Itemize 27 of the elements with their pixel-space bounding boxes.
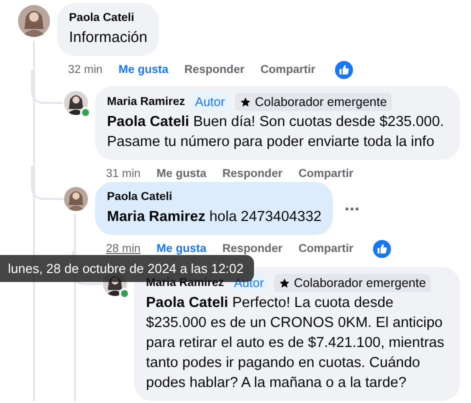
share-link[interactable]: Compartir: [260, 64, 316, 76]
timestamp-link[interactable]: 31 min: [106, 168, 141, 180]
badge-label: Colaborador emergente: [254, 94, 387, 110]
reply-link[interactable]: Responder: [222, 168, 282, 180]
comment-text: Información: [69, 28, 148, 48]
star-icon: [240, 97, 251, 107]
like-link[interactable]: Me gusta: [118, 64, 168, 76]
like-link[interactable]: Me gusta: [156, 242, 206, 254]
badge-label: Colaborador emergente: [294, 275, 426, 291]
star-icon: [278, 278, 290, 288]
comment-text: Paola Cateli Perfecto! La cuota desde $235.000 es de un CRONOS 0KM. El anticipo para retirar el auto es de $7.421.100, mientras tanto podes ir pagando en cuotas. Cuándo podes hablar? A la mañana o a la tarde?: [146, 294, 446, 393]
share-link[interactable]: Compartir: [298, 168, 354, 180]
author-name[interactable]: Paola Cateli: [69, 10, 134, 27]
thread-line: [31, 70, 63, 104]
author-badge: Autor: [190, 93, 229, 111]
timestamp-link[interactable]: 32 min: [68, 64, 103, 76]
author-name[interactable]: Paola Cateli: [107, 189, 172, 206]
reply-link[interactable]: Responder: [222, 242, 282, 254]
share-link[interactable]: Compartir: [298, 242, 354, 254]
timestamp-link[interactable]: 28 min: [106, 242, 141, 254]
comment-text: Paola Cateli Buen día! Son cuotas desde $235.000. Pasame tu número para poder enviarte toda la info: [107, 113, 445, 152]
author-name[interactable]: Maria Ramirez: [107, 94, 185, 110]
like-link[interactable]: Me gusta: [156, 168, 206, 180]
thread-line: [31, 166, 63, 200]
more-icon[interactable]: [345, 206, 360, 210]
reply-link[interactable]: Responder: [184, 64, 244, 76]
comment-text: Maria Ramirez hola 2473404332: [107, 208, 322, 227]
